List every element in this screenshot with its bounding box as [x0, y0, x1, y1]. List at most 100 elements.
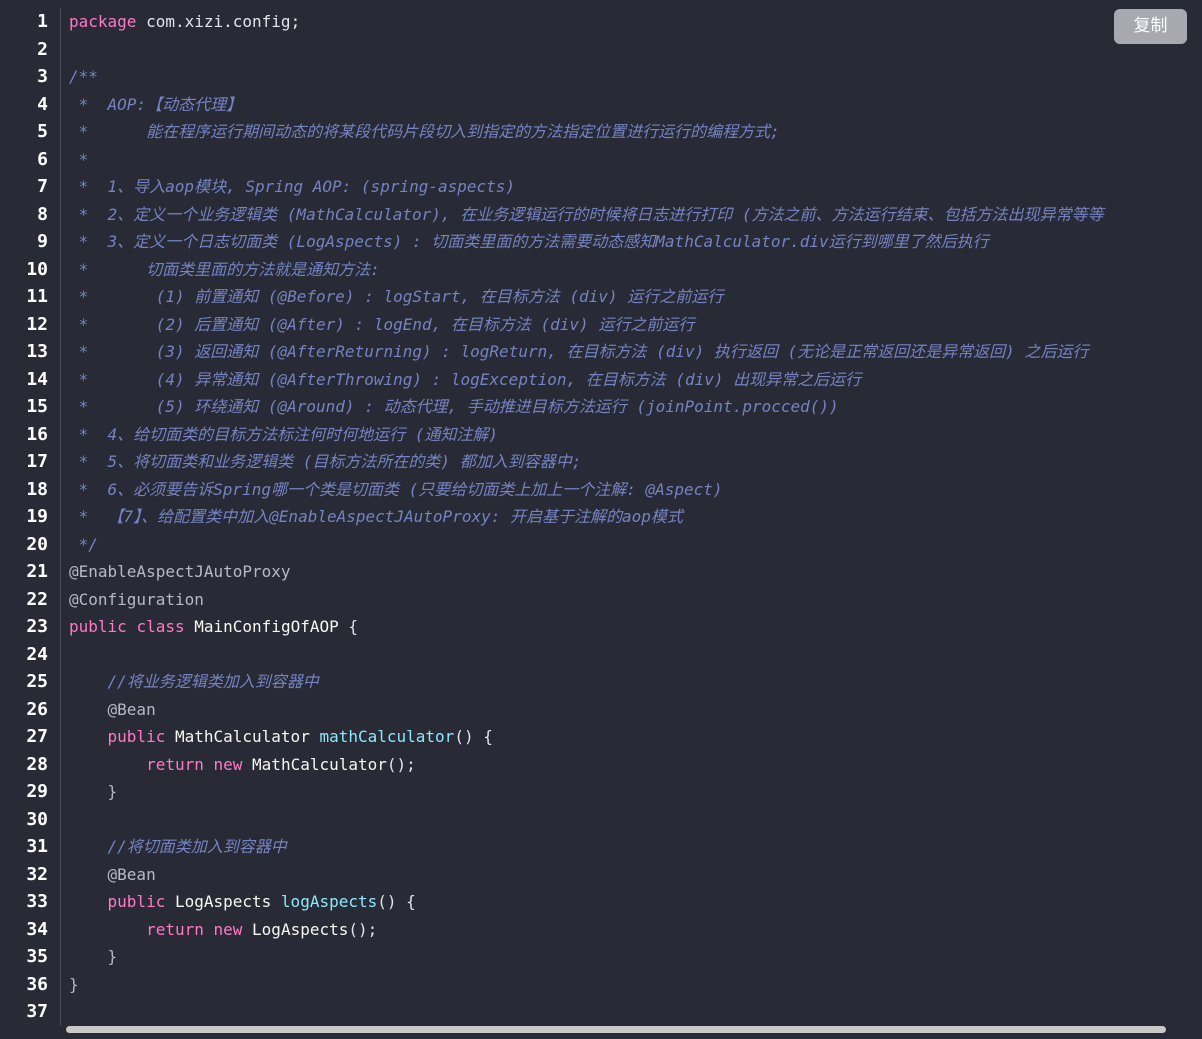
- keyword: new: [213, 919, 243, 939]
- comment-line: * 5、将切面类和业务逻辑类 (目标方法所在的类) 都加入到容器中;: [69, 452, 582, 471]
- line-number: 8: [37, 203, 48, 225]
- comment-line: * 3、定义一个日志切面类 (LogAspects) : 切面类里面的方法需要动…: [69, 232, 989, 251]
- code-line: }: [69, 947, 118, 966]
- comment-line: * 4、给切面类的目标方法标注何时何地运行 (通知注解): [69, 424, 499, 444]
- line-number: 19: [26, 506, 48, 527]
- keyword: new: [213, 754, 243, 774]
- brace: {: [348, 617, 359, 636]
- comment-line: * (1) 前置通知 (@Before) : logStart, 在目标方法 (…: [69, 287, 724, 306]
- code-line: public LogAspects logAspects() {: [69, 888, 1202, 916]
- keyword: package: [69, 12, 137, 31]
- line-number: 13: [26, 341, 48, 362]
- punctuation: () {: [377, 892, 416, 911]
- punctuation: ();: [348, 919, 378, 939]
- keyword: return: [146, 919, 204, 939]
- line-number: 1: [37, 11, 48, 32]
- comment-line: * (2) 后置通知 (@After) : logEnd, 在目标方法 (div…: [69, 314, 695, 334]
- comment-line: * 6、必须要告诉Spring哪一个类是切面类 (只要给切面类上加上一个注解: …: [69, 479, 723, 499]
- line-number: 29: [26, 781, 48, 802]
- line-number: 3: [37, 66, 48, 87]
- line-number: 32: [26, 863, 48, 885]
- comment-line: * (5) 环绕通知 (@Around) : 动态代理, 手动推进目标方法运行 …: [69, 397, 839, 416]
- code-line: }: [69, 974, 79, 994]
- method-name: mathCalculator: [319, 727, 455, 746]
- comment-line: */: [69, 534, 98, 554]
- line-number: 31: [26, 836, 48, 857]
- keyword: public: [107, 727, 166, 746]
- comment-line: * (4) 异常通知 (@AfterThrowing) : logExcepti…: [69, 369, 862, 389]
- line-number-gutter: 1 2 3 4 5 6 7 8 9 10 11 12 13 14 15 16 1…: [0, 8, 61, 1026]
- code-line: package com.xizi.config;: [69, 8, 1202, 36]
- comment-line: //将切面类加入到容器中: [69, 837, 287, 856]
- type-name: LogAspects: [242, 919, 349, 939]
- keyword: public: [69, 617, 127, 636]
- comment-line: * 【7】、给配置类中加入@EnableAspectJAutoProxy: 开启…: [69, 507, 683, 526]
- line-number: 34: [26, 918, 48, 940]
- line-number: 22: [26, 588, 48, 610]
- line-number: 18: [26, 478, 48, 500]
- comment-line: * 1、导入aop模块, Spring AOP: (spring-aspects…: [69, 177, 516, 196]
- comment-line: /**: [69, 67, 98, 86]
- line-number: 33: [26, 891, 48, 912]
- line-number: 15: [26, 396, 48, 417]
- line-number: 35: [26, 946, 48, 967]
- line-number: 9: [37, 231, 48, 252]
- line-number: 27: [26, 726, 48, 747]
- line-number: 26: [26, 698, 48, 720]
- line-number: 24: [26, 643, 48, 665]
- type-name: MathCalculator: [242, 754, 387, 774]
- annotation-line: @Configuration: [69, 589, 204, 609]
- comment-line: //将业务逻辑类加入到容器中: [69, 672, 319, 691]
- punctuation: () {: [454, 727, 493, 746]
- code-line: return new LogAspects();: [69, 916, 1202, 944]
- code-content: package com.xizi.config; /** * AOP:【动态代理…: [69, 8, 1202, 1026]
- comment-line: * 2、定义一个业务逻辑类 (MathCalculator), 在业务逻辑运行的…: [69, 204, 1104, 224]
- horizontal-scrollbar[interactable]: [66, 1026, 1166, 1033]
- code-line: public class MainConfigOfAOP {: [69, 613, 1202, 641]
- line-number: 16: [26, 423, 48, 445]
- punctuation: ();: [386, 754, 416, 774]
- line-number: 17: [26, 451, 48, 472]
- line-number: 21: [26, 561, 48, 582]
- code-line: return new MathCalculator();: [69, 751, 1202, 779]
- line-number: 14: [26, 368, 48, 390]
- keyword: return: [146, 754, 204, 774]
- method-name: logAspects: [280, 892, 378, 911]
- line-number: 37: [26, 1001, 48, 1022]
- line-number: 25: [26, 671, 48, 692]
- annotation-line: @EnableAspectJAutoProxy: [69, 562, 291, 581]
- line-number: 20: [26, 533, 48, 555]
- comment-line: * 切面类里面的方法就是通知方法:: [69, 259, 380, 279]
- type-name: MathCalculator: [165, 727, 320, 746]
- line-number: 28: [26, 753, 48, 775]
- annotation-line: @Bean: [69, 699, 156, 719]
- line-number: 10: [26, 258, 48, 280]
- keyword: public: [107, 892, 166, 911]
- package-name: com.xizi.config;: [136, 12, 301, 31]
- line-number: 7: [37, 176, 48, 197]
- line-number: 4: [37, 93, 48, 115]
- comment-line: * AOP:【动态代理】: [69, 94, 243, 114]
- line-number: 6: [37, 148, 48, 170]
- code-line: }: [69, 782, 118, 801]
- line-number: 23: [26, 616, 48, 637]
- line-number: 2: [37, 38, 48, 60]
- comment-line: * 能在程序运行期间动态的将某段代码片段切入到指定的方法指定位置进行运行的编程方…: [69, 122, 780, 141]
- line-number: 12: [26, 313, 48, 335]
- comment-line: * (3) 返回通知 (@AfterReturning) : logReturn…: [69, 342, 1089, 361]
- line-number: 36: [26, 973, 48, 995]
- code-line: public MathCalculator mathCalculator() {: [69, 723, 1202, 751]
- line-number: 5: [37, 121, 48, 142]
- annotation-line: @Bean: [69, 864, 156, 884]
- comment-line: *: [69, 149, 89, 169]
